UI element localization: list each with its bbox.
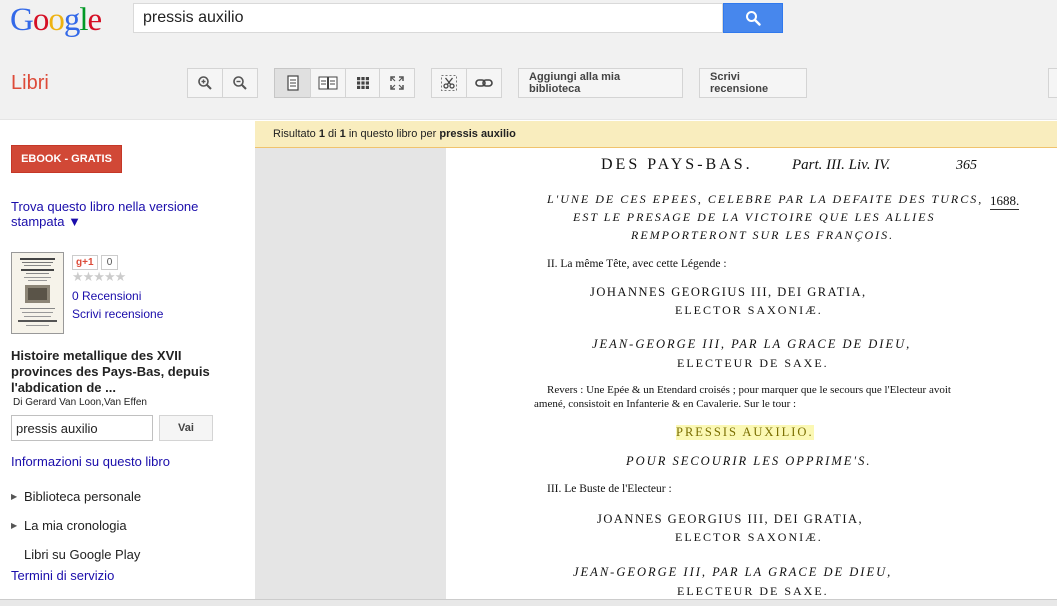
highlighted-search-match[interactable]: PRESSIS AUXILIO. [676, 425, 814, 440]
zoom-out-button[interactable] [222, 68, 258, 98]
google-logo[interactable]: Google [10, 2, 103, 39]
rating-stars: ★★★★★ [72, 269, 126, 284]
book-cover-thumbnail[interactable] [11, 252, 64, 334]
zoom-in-icon [198, 76, 212, 90]
page-line: ELECTEUR DE SAXE. [677, 584, 829, 598]
result-query: pressis auxilio [439, 128, 516, 140]
fullscreen-button[interactable] [379, 68, 415, 98]
add-to-library-button[interactable]: Aggiungi alla mia biblioteca [518, 68, 683, 98]
page-line: III. Le Buste de l'Electeur : [547, 483, 672, 495]
book-author: Di Gerard Van Loon,Van Effen [13, 397, 147, 408]
page-header: DES PAYS-BAS. [601, 156, 753, 173]
two-page-icon [318, 76, 338, 90]
page-line: ELECTOR SAXONIÆ. [675, 303, 823, 317]
book-viewer[interactable]: Risultato 1 di 1 in questo libro per pre… [255, 121, 1057, 599]
grid-icon [356, 77, 369, 89]
logo-letter: o [32, 2, 49, 38]
page-number: 365 [956, 158, 977, 173]
reviews-link[interactable]: 0 Recensioni [72, 289, 141, 303]
write-review-button[interactable]: Scrivi recensione [699, 68, 807, 98]
result-of: di [324, 128, 340, 140]
fullscreen-icon [390, 76, 404, 90]
scissors-icon [441, 75, 457, 91]
print-version-link[interactable]: Trova questo libro nella versione stampa… [11, 199, 221, 229]
result-middle: in questo libro per [345, 128, 440, 140]
page-line: Revers : Une Epée & un Etendard croisés … [547, 384, 951, 396]
page-line: L'UNE DE CES EPEES, CELEBRE PAR LA DEFAI… [547, 192, 984, 206]
page-line: POUR SECOURIR LES OPPRIME'S. [626, 454, 872, 468]
sidebar-item-label: Biblioteca personale [24, 489, 142, 504]
terms-of-service-link[interactable]: Termini di servizio [11, 568, 114, 583]
sidebar-item-label: La mia cronologia [24, 518, 127, 533]
sidebar-item-history[interactable]: ▶ La mia cronologia [11, 518, 127, 533]
ebook-free-button[interactable]: EBOOK - GRATIS [11, 145, 122, 173]
page-line: ELECTEUR DE SAXE. [677, 356, 829, 370]
clip-button[interactable] [431, 68, 467, 98]
write-review-label: Scrivi recensione [710, 71, 769, 95]
add-to-library-label: Aggiungi alla mia biblioteca [529, 71, 621, 95]
page-line: JOANNES GEORGIUS III, DEI GRATIA, [597, 512, 864, 526]
book-page: DES PAYS-BAS. Part. III. Liv. IV. 365 16… [446, 148, 1057, 599]
page-header-part: Part. III. Liv. IV. [792, 157, 891, 173]
logo-letter: l [79, 2, 88, 38]
link-icon [475, 79, 493, 87]
top-search-bar: Google [0, 0, 1057, 48]
page-line: JEAN-GEORGE III, PAR LA GRACE DE DIEU, [592, 337, 912, 351]
logo-letter: g [63, 2, 80, 38]
single-page-icon [286, 75, 299, 91]
zoom-out-icon [233, 76, 247, 90]
go-button[interactable]: Vai [159, 415, 213, 441]
search-result-bar: Risultato 1 di 1 in questo libro per pre… [255, 121, 1057, 148]
logo-letter: G [10, 2, 34, 38]
expand-triangle-icon: ▶ [11, 492, 18, 501]
search-input[interactable] [133, 3, 723, 33]
horizontal-scrollbar[interactable] [0, 599, 1057, 606]
logo-letter: o [48, 2, 64, 38]
sidebar-item-label: Libri su Google Play [24, 547, 141, 562]
thumbnail-view-button[interactable] [345, 68, 380, 98]
link-button[interactable] [466, 68, 502, 98]
gplus-count: 0 [101, 255, 118, 270]
page-line: ELECTOR SAXONIÆ. [675, 530, 823, 544]
search-icon [746, 11, 761, 26]
zoom-in-button[interactable] [187, 68, 223, 98]
page-line: JOHANNES GEORGIUS III, DEI GRATIA, [590, 285, 867, 299]
google-plus-one-button[interactable]: g+1 [72, 255, 98, 270]
page-line: amené, consistoit en Infanterie & en Cav… [534, 398, 797, 410]
page-line: II. La même Tête, avec cette Légende : [547, 258, 727, 270]
page-line: JEAN-GEORGE III, PAR LA GRACE DE DIEU, [573, 565, 893, 579]
logo-letter: e [87, 2, 103, 38]
section-title[interactable]: Libri [11, 72, 49, 95]
result-prefix: Risultato [273, 128, 319, 140]
sidebar-item-google-play[interactable]: Libri su Google Play [11, 547, 140, 562]
page-line: REMPORTERONT SUR LES FRANÇOIS. [631, 228, 895, 242]
search-button[interactable] [723, 3, 783, 33]
expand-triangle-icon: ▶ [11, 521, 18, 530]
two-page-view-button[interactable] [310, 68, 346, 98]
single-page-view-button[interactable] [274, 68, 311, 98]
books-toolbar: Libri Aggiungi alla mia biblioteca Scriv… [0, 48, 1057, 120]
page-line: EST LE PRESAGE DE LA VICTOIRE QUE LES AL… [573, 210, 936, 224]
sidebar: EBOOK - GRATIS Trova questo libro nella … [0, 121, 255, 599]
gplus-label: g+1 [76, 257, 94, 268]
book-info-link[interactable]: Informazioni su questo libro [11, 454, 170, 469]
write-review-link[interactable]: Scrivi recensione [72, 307, 163, 321]
settings-button[interactable] [1048, 68, 1057, 98]
book-title: Histoire metallique des XVII provinces d… [11, 348, 210, 395]
sidebar-item-personal-library[interactable]: ▶ Biblioteca personale [11, 489, 141, 504]
year-margin-note: 1688. [990, 193, 1020, 210]
book-cover-image [12, 253, 63, 333]
search-in-book-input[interactable] [11, 415, 153, 441]
